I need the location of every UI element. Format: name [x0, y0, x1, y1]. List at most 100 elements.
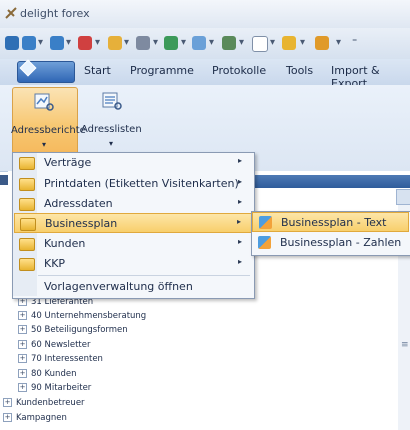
- home-icon[interactable]: [78, 36, 92, 50]
- chevron-down-icon[interactable]: ▾: [124, 37, 129, 48]
- chevron-down-icon: ▾: [42, 140, 47, 149]
- expand-icon[interactable]: +: [18, 325, 27, 334]
- chevron-down-icon[interactable]: ▾: [336, 37, 341, 48]
- adressberichte-label: Adressberichte: [11, 125, 86, 136]
- tools-icon[interactable]: [282, 36, 296, 50]
- menu-item-kunden[interactable]: Kunden ▸: [14, 234, 252, 254]
- chevron-down-icon[interactable]: ▾: [38, 37, 43, 48]
- adresslisten-label: Adresslisten: [81, 124, 142, 135]
- chart-icon[interactable]: [222, 36, 236, 50]
- user-icon[interactable]: [192, 36, 206, 50]
- submenu-item-businessplan-text[interactable]: Businessplan - Text: [252, 212, 409, 232]
- panel-header-strip: [0, 175, 8, 185]
- menu-item-label: Vorlagenverwaltung öffnen: [44, 280, 193, 293]
- folder-icon: [19, 238, 35, 251]
- tree-item-label: 60 Newsletter: [31, 340, 91, 350]
- globe-icon[interactable]: [164, 36, 178, 50]
- chevron-down-icon[interactable]: ▾: [66, 37, 71, 48]
- submenu-arrow-icon: ▸: [237, 257, 242, 266]
- folder-icon: [19, 157, 35, 170]
- menu-item-vertraege[interactable]: Verträge ▸: [14, 153, 252, 173]
- chevron-down-icon[interactable]: ▾: [181, 37, 186, 48]
- report-icon: [34, 93, 54, 111]
- tree-item[interactable]: + Kampagnen: [3, 413, 67, 423]
- folder-icon: [19, 198, 35, 211]
- tree-item-label: 50 Beteiligungsformen: [31, 325, 128, 335]
- menu-item-label: Kunden: [44, 237, 86, 250]
- settings-icon[interactable]: [315, 36, 329, 50]
- menu-item-kkp[interactable]: KKP ▸: [14, 254, 252, 274]
- expand-icon[interactable]: +: [18, 354, 27, 363]
- submenu-arrow-icon: ▸: [237, 177, 242, 186]
- submenu-item-label: Businessplan - Text: [281, 216, 387, 229]
- scroll-up-button[interactable]: [396, 189, 410, 205]
- folder-icon: [19, 258, 35, 271]
- forward-icon[interactable]: [50, 36, 64, 50]
- menu-item-label: Printdaten (Etiketten Visitenkarten): [44, 177, 239, 190]
- tab-programme[interactable]: Programme: [130, 64, 194, 77]
- document-icon[interactable]: [252, 36, 268, 52]
- chevron-down-icon[interactable]: ▾: [95, 37, 100, 48]
- tab-start[interactable]: Start: [84, 64, 111, 77]
- expand-icon[interactable]: +: [18, 383, 27, 392]
- ribbon-tabs: Start Programme Protokolle Tools Import …: [0, 59, 410, 90]
- document-icon: [259, 216, 272, 229]
- quick-access-toolbar: ▾ ▾ ▾ ▾ ▾ ▾ ▾ ▾ ▾ ▾ ▾ ⁼: [0, 28, 410, 60]
- tree-item[interactable]: + Kundenbetreuer: [3, 398, 85, 408]
- phone-icon[interactable]: [136, 36, 150, 50]
- tree-item[interactable]: +50 Beteiligungsformen: [18, 325, 128, 335]
- menu-item-adressdaten[interactable]: Adressdaten ▸: [14, 194, 252, 214]
- refresh-icon[interactable]: [5, 36, 19, 50]
- chevron-down-icon[interactable]: ▾: [300, 37, 305, 48]
- folder-icon: [19, 178, 35, 191]
- scroll-grip-icon[interactable]: ≡: [401, 340, 409, 350]
- expand-icon[interactable]: +: [3, 398, 12, 407]
- back-icon[interactable]: [22, 36, 36, 50]
- tree-item-label: 90 Mitarbeiter: [31, 383, 92, 393]
- tab-protokolle[interactable]: Protokolle: [212, 64, 266, 77]
- tree-item-label: 40 Unternehmensberatung: [31, 311, 147, 321]
- menu-item-businessplan[interactable]: Businessplan ▸: [14, 213, 252, 233]
- submenu-item-label: Businessplan - Zahlen: [280, 236, 402, 249]
- expand-icon[interactable]: +: [3, 413, 12, 422]
- adressberichte-button[interactable]: Adressberichte ▾: [11, 87, 86, 157]
- folder-icon: [20, 218, 36, 231]
- menu-item-label: Businessplan: [45, 217, 118, 230]
- chevron-down-icon[interactable]: ▾: [270, 37, 275, 48]
- tree-item-label: Kundenbetreuer: [16, 398, 85, 408]
- menu-item-vorlagenverwaltung[interactable]: Vorlagenverwaltung öffnen: [14, 277, 252, 297]
- customize-toolbar-icon[interactable]: ⁼: [352, 37, 357, 48]
- chevron-down-icon[interactable]: ▾: [153, 37, 158, 48]
- submenu-arrow-icon: ▸: [237, 197, 242, 206]
- expand-icon[interactable]: +: [18, 311, 27, 320]
- tree-item[interactable]: +40 Unternehmensberatung: [18, 311, 146, 321]
- adresslisten-button[interactable]: Adresslisten ▾: [81, 87, 142, 155]
- menu-item-label: KKP: [44, 257, 66, 270]
- submenu-item-businessplan-zahlen[interactable]: Businessplan - Zahlen: [252, 233, 409, 253]
- submenu-arrow-icon: ▸: [237, 156, 242, 165]
- menu-item-label: Adressdaten: [44, 197, 113, 210]
- grid-header: [252, 175, 410, 188]
- delight-logo-icon: [5, 7, 17, 19]
- expand-icon[interactable]: +: [18, 340, 27, 349]
- tree-item-label: 80 Kunden: [31, 369, 77, 379]
- chevron-down-icon[interactable]: ▾: [209, 37, 214, 48]
- tree-item[interactable]: +70 Interessenten: [18, 354, 103, 364]
- menu-separator: [38, 275, 250, 276]
- report-icon: [102, 92, 122, 110]
- tree-item-label: Kampagnen: [16, 413, 67, 423]
- tab-tools[interactable]: Tools: [286, 64, 313, 77]
- tree-item[interactable]: +60 Newsletter: [18, 340, 90, 350]
- chevron-down-icon[interactable]: ▾: [239, 37, 244, 48]
- document-icon: [258, 236, 271, 249]
- tree-item-label: 70 Interessenten: [31, 354, 103, 364]
- submenu-arrow-icon: ▸: [236, 217, 241, 226]
- submenu-arrow-icon: ▸: [237, 237, 242, 246]
- menu-item-printdaten[interactable]: Printdaten (Etiketten Visitenkarten) ▸: [14, 174, 252, 194]
- chevron-down-icon: ▾: [109, 139, 114, 148]
- expand-icon[interactable]: +: [18, 369, 27, 378]
- tree-item[interactable]: +90 Mitarbeiter: [18, 383, 91, 393]
- mail-icon[interactable]: [108, 36, 122, 50]
- window-title: delight forex: [20, 7, 90, 20]
- tree-item[interactable]: +80 Kunden: [18, 369, 76, 379]
